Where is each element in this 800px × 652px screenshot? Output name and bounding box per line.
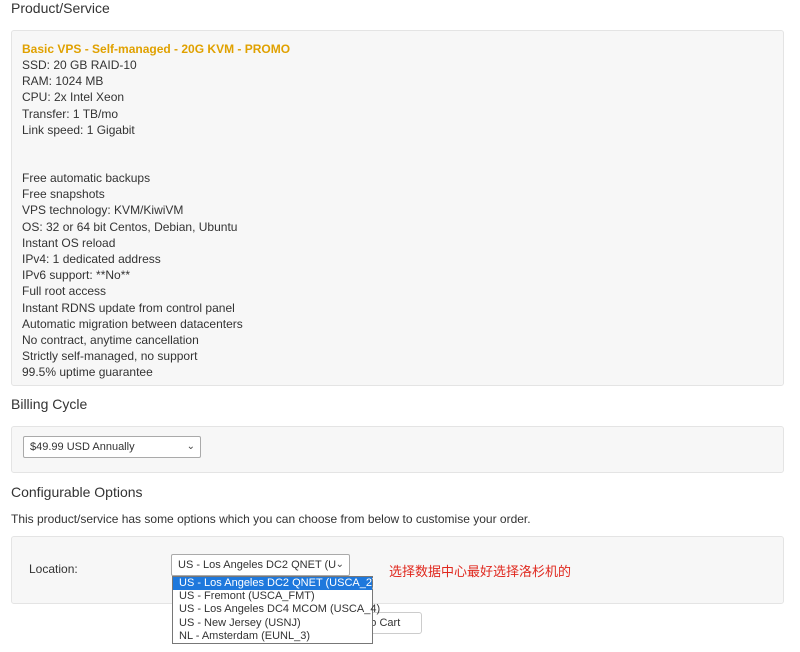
product-details-panel: Basic VPS - Self-managed - 20G KVM - PRO… xyxy=(11,30,784,386)
spec-line: SSD: 20 GB RAID-10 xyxy=(22,58,137,72)
location-dropdown-list[interactable]: US - Los Angeles DC2 QNET (USCA_2) US - … xyxy=(172,576,380,645)
config-intro-text: This product/service has some options wh… xyxy=(11,512,531,526)
feature-line: Free automatic backups xyxy=(22,171,151,186)
product-name: Basic VPS - Self-managed - 20G KVM - PRO… xyxy=(22,42,291,56)
location-option[interactable]: US - New Jersey (USNJ) xyxy=(173,617,372,630)
configurable-options-title: Configurable Options xyxy=(11,484,143,500)
location-option[interactable]: US - Los Angeles DC4 MCOM (USCA_4) xyxy=(173,603,380,616)
location-label: Location: xyxy=(29,562,78,576)
location-option[interactable]: NL - Amsterdam (EUNL_3) xyxy=(173,630,372,643)
location-value: US - Los Angeles DC2 QNET (U xyxy=(178,559,337,571)
chevron-down-icon: ⌄ xyxy=(186,441,195,452)
location-option[interactable]: US - Los Angeles DC2 QNET (USCA_2) xyxy=(173,577,376,591)
billing-cycle-value: $49.99 USD Annually xyxy=(30,441,135,453)
location-select[interactable]: US - Los Angeles DC2 QNET (U ⌄ xyxy=(171,554,350,576)
spec-line: Transfer: 1 TB/mo xyxy=(22,106,119,121)
spec-line: RAM: 1024 MB xyxy=(22,74,104,89)
spec-line: Link speed: 1 Gigabit xyxy=(22,122,135,137)
spec-list: SSD: 20 GB RAID-10 RAM: 1024 MB CPU: 2x … xyxy=(22,57,773,138)
feature-line: IPv4: 1 dedicated address xyxy=(22,252,161,267)
product-service-title: Product/Service xyxy=(11,0,110,16)
feature-line: No contract, anytime cancellation xyxy=(22,333,199,348)
feature-line: Instant OS reload xyxy=(22,235,116,250)
feature-line: Full root access xyxy=(22,284,107,299)
feature-line: Automatic migration between datacenters xyxy=(22,316,243,331)
location-option[interactable]: US - Fremont (USCA_FMT) xyxy=(173,590,372,603)
feature-line: 99.5% uptime guarantee xyxy=(22,365,153,380)
spec-line: CPU: 2x Intel Xeon xyxy=(22,90,125,105)
chevron-down-icon: ⌄ xyxy=(335,559,344,570)
billing-cycle-title: Billing Cycle xyxy=(11,396,88,412)
feature-line: Strictly self-managed, no support xyxy=(22,349,198,364)
feature-line: VPS technology: KVM/KiwiVM xyxy=(22,203,184,218)
billing-cycle-select[interactable]: $49.99 USD Annually ⌄ xyxy=(23,436,201,458)
feature-list: Free automatic backups Free snapshots VP… xyxy=(22,170,773,381)
feature-line: Instant RDNS update from control panel xyxy=(22,300,235,315)
feature-line: Free snapshots xyxy=(22,187,105,202)
feature-line: IPv6 support: **No** xyxy=(22,268,131,283)
feature-line: OS: 32 or 64 bit Centos, Debian, Ubuntu xyxy=(22,219,238,234)
billing-cycle-panel: $49.99 USD Annually ⌄ xyxy=(11,426,784,473)
datacenter-note: 选择数据中心最好选择洛杉机的 xyxy=(389,564,572,579)
